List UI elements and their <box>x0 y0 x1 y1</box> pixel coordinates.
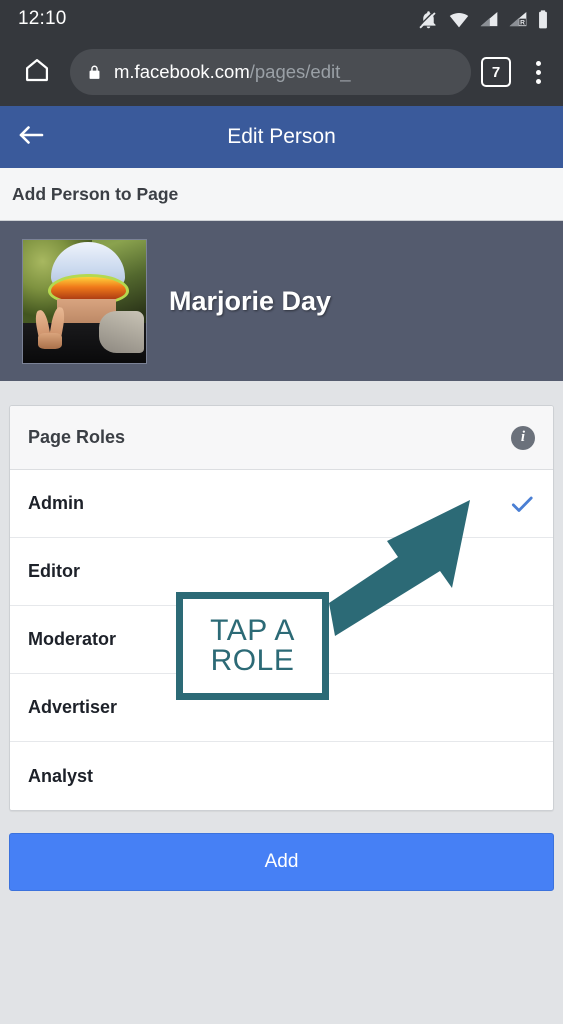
lock-icon <box>86 63 103 82</box>
status-clock: 12:10 <box>18 8 67 29</box>
role-label: Editor <box>28 561 80 581</box>
role-label: Advertiser <box>28 697 118 717</box>
page-roles-header: Page Roles i <box>10 406 553 470</box>
section-header-label: Add Person to Page <box>12 183 179 204</box>
url-path: /pages/edit_ <box>249 61 351 82</box>
checkmark-icon <box>509 491 535 517</box>
home-button[interactable] <box>16 51 58 93</box>
info-icon[interactable]: i <box>511 425 535 450</box>
battery-icon <box>537 9 549 30</box>
role-row-editor[interactable]: Editor <box>10 538 553 606</box>
role-label: Moderator <box>28 629 117 649</box>
page-roles-title: Page Roles <box>28 427 126 447</box>
wifi-icon <box>448 9 470 30</box>
url-host: m.facebook.com <box>114 61 250 82</box>
role-row-advertiser[interactable]: Advertiser <box>10 674 553 742</box>
role-row-moderator[interactable]: Moderator <box>10 606 553 674</box>
page-title: Edit Person <box>227 125 336 148</box>
bell-slash-icon <box>418 9 439 30</box>
avatar <box>22 238 147 364</box>
role-row-analyst[interactable]: Analyst <box>10 742 553 810</box>
overflow-menu-icon[interactable] <box>525 54 551 90</box>
profile-band: Marjorie Day <box>0 221 563 381</box>
profile-name: Marjorie Day <box>169 285 332 316</box>
url-text: m.facebook.com/pages/edit_ <box>114 61 351 83</box>
url-bar[interactable]: m.facebook.com/pages/edit_ <box>70 49 471 95</box>
back-arrow-icon <box>16 122 46 153</box>
home-icon <box>23 56 51 89</box>
signal-icon <box>479 9 499 30</box>
browser-toolbar: m.facebook.com/pages/edit_ 7 <box>0 38 563 106</box>
role-label: Admin <box>28 493 84 513</box>
role-label: Analyst <box>28 765 94 786</box>
status-icon-group: R <box>418 9 549 30</box>
section-header: Add Person to Page <box>0 168 563 221</box>
signal-roaming-icon: R <box>508 9 528 30</box>
tab-counter-button[interactable]: 7 <box>481 57 511 87</box>
role-row-admin[interactable]: Admin <box>10 470 553 538</box>
app-bar: Edit Person <box>0 106 563 168</box>
back-button[interactable] <box>0 106 62 168</box>
page-roles-card: Page Roles i Admin Editor Moderator Adve… <box>9 405 554 811</box>
svg-text:R: R <box>520 19 525 26</box>
status-bar: 12:10 R <box>0 0 563 38</box>
add-button[interactable]: Add <box>9 833 554 891</box>
phone-screen: 12:10 R m.facebook.com/pages/edit_ 7 Edi… <box>0 0 563 1024</box>
